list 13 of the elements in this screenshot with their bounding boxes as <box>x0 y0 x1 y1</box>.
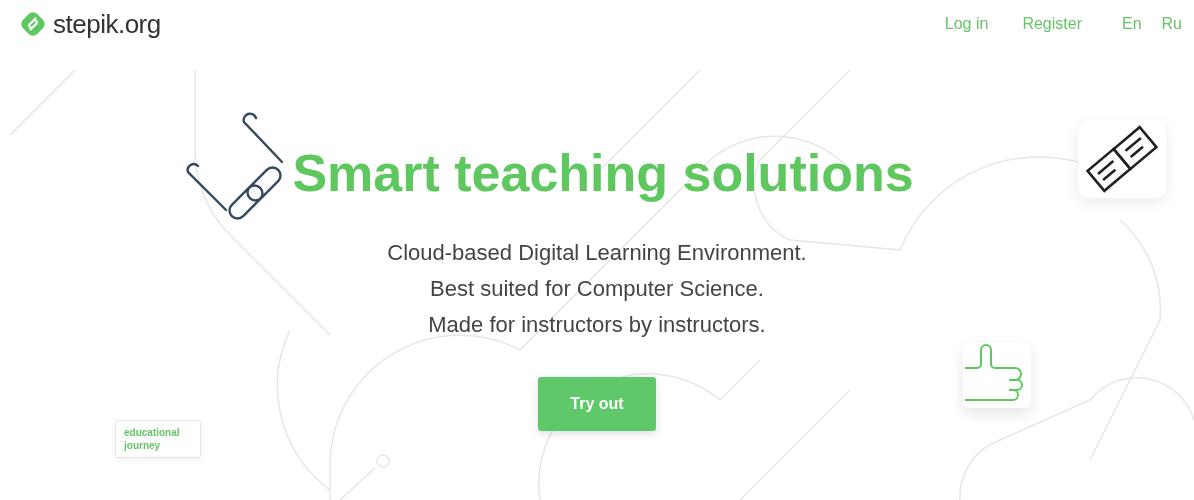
try-out-button[interactable]: Try out <box>538 377 656 431</box>
language-link[interactable]: Ru <box>1161 15 1182 33</box>
thumbs-up-icon <box>963 342 1031 408</box>
language-link[interactable]: En <box>1121 15 1142 33</box>
educational-journey-tag: educational journey <box>115 420 201 458</box>
hero-subtitle: Best suited for Computer Science. <box>430 275 764 303</box>
hero-subtitle: Cloud-based Digital Learning Environment. <box>387 239 807 267</box>
nav-link[interactable]: Register <box>1022 15 1082 33</box>
logo-text[interactable]: stepik.org <box>53 8 161 40</box>
hero-subtitle: Made for instructors by instructors. <box>428 311 766 339</box>
nav-link[interactable]: Log in <box>944 15 989 33</box>
book-icon <box>1078 120 1166 198</box>
hero-title: Smart teaching solutions <box>291 143 914 203</box>
